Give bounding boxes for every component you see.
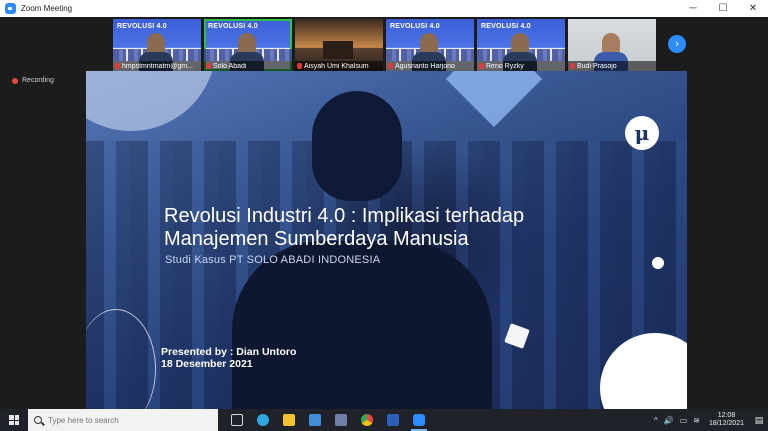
banner-text: REVOLUSI 4.0 — [481, 23, 531, 30]
notification-icon[interactable]: ▤ — [750, 409, 768, 431]
silhouette-shoulders — [232, 241, 492, 409]
slide-presenter: Presented by : Dian Untoro 18 Desember 2… — [161, 346, 296, 370]
participant-namebar: Agusrianto Harjono — [386, 61, 474, 71]
chrome-icon — [361, 414, 373, 426]
participant-video-6[interactable]: Budi Prasojo — [568, 19, 656, 71]
slide-subtitle: Studi Kasus PT SOLO ABADI INDONESIA — [165, 254, 381, 266]
participant-namebar: Aisyah Umi Khalsum — [295, 61, 383, 71]
chrome-button[interactable] — [356, 409, 378, 431]
participant-name: Budi Prasojo — [577, 62, 617, 70]
minimize-button[interactable]: ─ — [678, 0, 708, 17]
word-icon — [387, 414, 399, 426]
close-button[interactable]: ✕ — [738, 0, 768, 17]
tray-overflow-icon[interactable]: ^ — [654, 416, 658, 425]
clock-time: 12:08 — [717, 412, 736, 419]
battery-icon[interactable]: ▭ — [680, 416, 688, 425]
mic-muted-icon — [206, 63, 211, 69]
mic-muted-icon — [479, 63, 484, 69]
participant-name: Aisyah Umi Khalsum — [304, 62, 369, 70]
zoom-logo-icon — [5, 3, 16, 14]
participant-video-1[interactable]: REVOLUSI 4.0 hmpstmntmatm@gm... — [113, 19, 201, 71]
brand-logo-icon: μ — [625, 116, 659, 150]
taskbar-search[interactable] — [28, 409, 218, 431]
folder-icon — [283, 414, 295, 426]
participant-name: Solo Abadi — [213, 62, 247, 70]
participant-namebar: hmpstmntmatm@gm... — [113, 61, 201, 71]
slide-title: Revolusi Industri 4.0 : Implikasi terhad… — [164, 205, 604, 251]
file-explorer-button[interactable] — [278, 409, 300, 431]
mail-button[interactable] — [304, 409, 326, 431]
participant-strip: REVOLUSI 4.0 hmpstmntmatm@gm... REVOLUSI… — [113, 19, 656, 71]
taskbar: ^ 🔊 ▭ ≋ 12:08 18/12/2021 ▤ — [0, 409, 768, 431]
network-icon[interactable]: ≋ — [693, 416, 700, 425]
participant-video-2[interactable]: REVOLUSI 4.0 Solo Abadi — [204, 19, 292, 71]
decor-dot — [652, 257, 664, 269]
presentation-date: 18 Desember 2021 — [161, 358, 253, 370]
edge-button[interactable] — [252, 409, 274, 431]
task-view-button[interactable] — [226, 409, 248, 431]
banner-text: REVOLUSI 4.0 — [390, 23, 440, 30]
recording-label: Recording — [22, 77, 54, 84]
presenter-name: Presented by : Dian Untoro — [161, 346, 297, 358]
window-title: Zoom Meeting — [21, 4, 73, 13]
zoom-icon — [413, 414, 425, 426]
clock-date: 18/12/2021 — [708, 420, 744, 427]
slide-title-line-2: Manajemen Sumberdaya Manusia — [164, 228, 469, 250]
banner-text: REVOLUSI 4.0 — [208, 23, 258, 30]
store-button[interactable] — [330, 409, 352, 431]
volume-icon[interactable]: 🔊 — [664, 416, 674, 425]
silhouette-head — [312, 91, 402, 201]
participant-name: Agusrianto Harjono — [395, 62, 455, 70]
next-page-button[interactable]: › — [668, 35, 686, 53]
edge-icon — [257, 414, 269, 426]
window-titlebar: Zoom Meeting ─ ☐ ✕ — [0, 0, 768, 17]
zoom-button[interactable] — [408, 409, 430, 431]
word-button[interactable] — [382, 409, 404, 431]
participant-video-4[interactable]: REVOLUSI 4.0 Agusrianto Harjono — [386, 19, 474, 71]
participant-video-3[interactable]: Aisyah Umi Khalsum — [295, 19, 383, 71]
taskbar-clock[interactable]: 12:08 18/12/2021 — [709, 412, 744, 428]
maximize-button[interactable]: ☐ — [708, 0, 738, 17]
mic-muted-icon — [388, 63, 393, 69]
search-icon — [34, 416, 42, 424]
participant-namebar: Solo Abadi — [204, 61, 292, 71]
taskbar-apps — [226, 409, 430, 431]
shared-slide: μ Revolusi Industri 4.0 : Implikasi terh… — [86, 71, 687, 409]
participant-name: hmpstmntmatm@gm... — [122, 62, 193, 70]
start-button[interactable] — [0, 409, 28, 431]
store-icon — [335, 414, 347, 426]
search-input[interactable] — [48, 415, 198, 425]
meeting-area: REVOLUSI 4.0 hmpstmntmatm@gm... REVOLUSI… — [0, 17, 768, 409]
mic-muted-icon — [297, 63, 302, 69]
mic-muted-icon — [115, 63, 120, 69]
building-silhouette — [323, 41, 353, 59]
window-controls: ─ ☐ ✕ — [678, 0, 768, 17]
recording-dot-icon — [12, 77, 18, 84]
participant-namebar: Reno Ryzky — [477, 61, 565, 71]
mail-icon — [309, 414, 321, 426]
participant-video-5[interactable]: REVOLUSI 4.0 Reno Ryzky — [477, 19, 565, 71]
system-tray: ^ 🔊 ▭ ≋ 12:08 18/12/2021 ▤ — [651, 409, 768, 431]
mic-muted-icon — [570, 63, 575, 69]
recording-indicator[interactable]: Recording — [12, 77, 54, 84]
participant-namebar: Budi Prasojo — [568, 61, 656, 71]
task-view-icon — [231, 414, 243, 426]
banner-text: REVOLUSI 4.0 — [117, 23, 167, 30]
slide-title-line-1: Revolusi Industri 4.0 : Implikasi terhad… — [164, 205, 525, 227]
participant-name: Reno Ryzky — [486, 62, 524, 70]
windows-logo-icon — [9, 415, 19, 425]
